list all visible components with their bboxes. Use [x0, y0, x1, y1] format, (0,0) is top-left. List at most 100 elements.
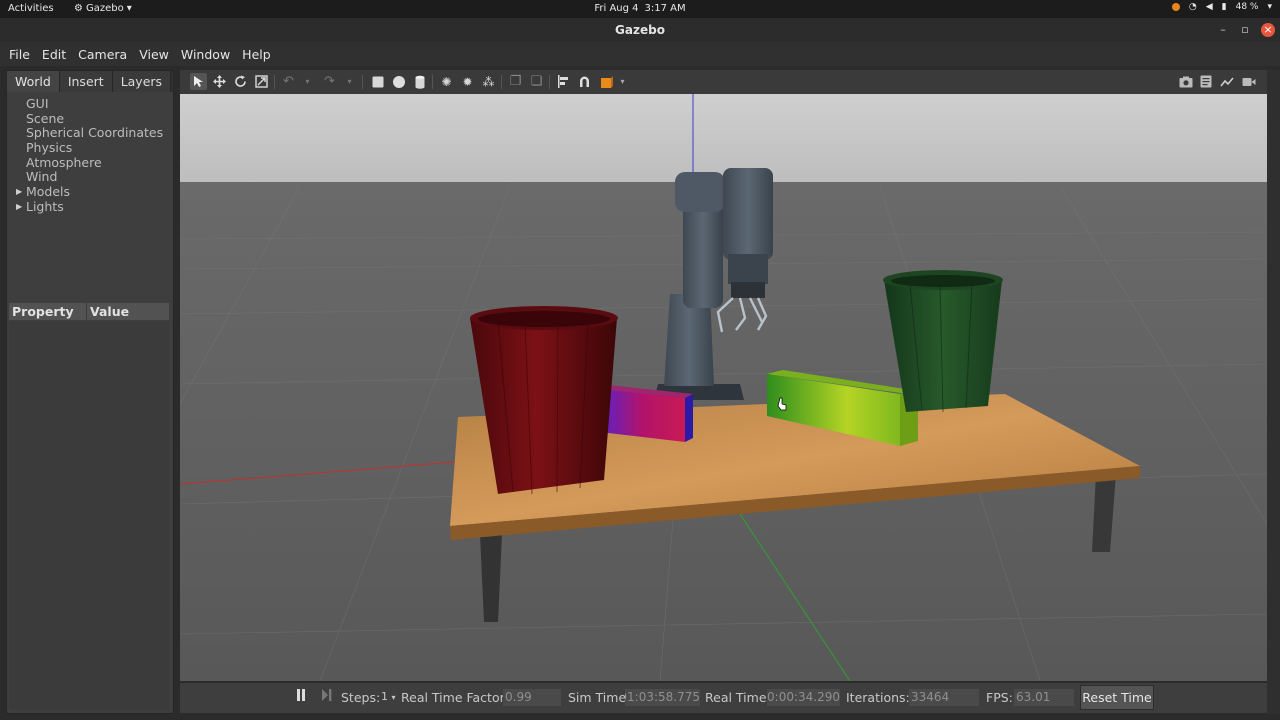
menu-view[interactable]: View [138, 47, 170, 62]
tree-item-wind[interactable]: Wind [11, 170, 173, 185]
tree-item-label: Scene [26, 110, 65, 126]
scene-viewport[interactable] [180, 94, 1267, 681]
battery-percent: 48 % [1235, 2, 1259, 12]
real-time-value: 00:00:34.290 [767, 690, 840, 704]
tree-item-lights[interactable]: ▶ Lights [11, 198, 173, 215]
tree-item-atmosphere[interactable]: Atmosphere [11, 154, 173, 171]
plot-icon[interactable] [1218, 73, 1235, 90]
wifi-icon: ◔ [1188, 2, 1197, 12]
menu-bar: File Edit Camera View Window Help [0, 42, 1280, 66]
sim-time-label: Sim Time: [568, 690, 631, 705]
video-record-icon[interactable] [1240, 73, 1257, 90]
tree-item-label: Spherical Coordinates [26, 125, 164, 141]
tab-layers[interactable]: Layers [112, 71, 172, 92]
tree-item-gui[interactable]: GUI [11, 96, 173, 112]
left-panel: World Insert Layers GUI Scene Spherical … [6, 70, 174, 714]
cylinder-shape-icon[interactable] [411, 73, 428, 90]
property-table-header: Property Value [9, 303, 169, 320]
expand-arrow-icon[interactable]: ▶ [16, 185, 22, 200]
chevron-down-icon: ▾ [1267, 2, 1272, 12]
menu-window[interactable]: Window [180, 47, 231, 62]
tree-item-physics[interactable]: Physics [11, 140, 173, 156]
volume-icon: ◀ [1205, 2, 1213, 12]
snap-icon[interactable] [576, 73, 593, 90]
right-panel-handle[interactable] [1267, 70, 1280, 714]
toolbar: ↶ ▾ ↷ ▾ ✺ ✹ ⁂ ❐ ❏ ▾ [180, 70, 1267, 94]
log-icon[interactable] [1197, 73, 1214, 90]
real-time-factor-label: Real Time Factor: [401, 690, 509, 705]
tree-item-label: Lights [26, 198, 64, 214]
tab-world[interactable]: World [7, 71, 60, 92]
rotate-mode-icon[interactable] [232, 73, 249, 90]
real-time-label: Real Time: [705, 690, 771, 705]
box-shape-icon[interactable] [369, 73, 386, 90]
system-tray[interactable]: ◔ ◀ ▮ 48 % ▾ [1171, 2, 1272, 12]
purple-block[interactable] [600, 385, 693, 442]
tree-item-scene[interactable]: Scene [11, 110, 173, 127]
notification-dot-icon [1171, 3, 1180, 11]
maximize-button[interactable]: ▫ [1238, 23, 1252, 37]
iterations-field: 33464 [909, 689, 979, 706]
screenshot-icon[interactable] [1177, 73, 1194, 90]
menu-camera[interactable]: Camera [77, 47, 128, 62]
menu-help[interactable]: Help [241, 47, 272, 62]
world-tree: GUI Scene Spherical Coordinates Physics … [7, 92, 173, 215]
window-title-bar: Gazebo – ▫ × [0, 18, 1280, 42]
undo-icon[interactable]: ↶ [280, 73, 297, 90]
tree-item-spherical-coordinates[interactable]: Spherical Coordinates [11, 126, 173, 141]
close-button[interactable]: × [1261, 23, 1275, 37]
sky [180, 94, 1267, 184]
change-view-icon[interactable] [598, 73, 615, 90]
reset-time-button[interactable]: Reset Time [1080, 685, 1154, 710]
tree-item-label: GUI [26, 96, 49, 111]
fps-field: 63.01 [1014, 689, 1074, 706]
sphere-shape-icon[interactable] [390, 73, 407, 90]
system-top-bar: Activities ⚙ Gazebo ▾ Fri Aug 4 3:17 AM ◔… [0, 0, 1280, 18]
battery-icon: ▮ [1221, 2, 1227, 12]
clock-date: Fri Aug 4 [594, 3, 639, 14]
pause-button[interactable] [296, 689, 306, 704]
minimize-button[interactable]: – [1216, 23, 1230, 37]
point-light-icon[interactable]: ✺ [438, 73, 455, 90]
tree-item-models[interactable]: ▶ Models [11, 184, 173, 200]
real-time-factor-field: 0.99 [503, 689, 561, 706]
tree-item-label: Models [26, 184, 71, 200]
paste-icon[interactable]: ❏ [528, 73, 545, 90]
real-time-field: 00:00:34.290 [767, 689, 840, 706]
copy-icon[interactable]: ❐ [507, 73, 524, 90]
chevron-down-icon[interactable]: ▾ [614, 73, 631, 90]
sim-time-value: 01:03:58.775 [625, 690, 700, 704]
scale-mode-icon[interactable] [253, 73, 270, 90]
scene-render[interactable] [180, 94, 1267, 681]
simulation-status-bar: Steps: 1 ▾ Real Time Factor: 0.99 Sim Ti… [180, 683, 1267, 713]
steps-value: 1 [381, 690, 388, 703]
left-panel-tabs: World Insert Layers [7, 71, 173, 92]
tree-item-label: Atmosphere [26, 154, 102, 170]
property-column-header[interactable]: Property [9, 303, 87, 320]
steps-spinbox[interactable]: 1 ▾ [381, 690, 396, 703]
chevron-down-icon[interactable]: ▾ [299, 73, 316, 90]
redo-icon[interactable]: ↷ [321, 73, 338, 90]
menu-file[interactable]: File [8, 47, 31, 62]
tree-item-label: Wind [26, 169, 58, 185]
expand-arrow-icon[interactable]: ▶ [16, 200, 22, 215]
select-mode-icon[interactable] [190, 73, 207, 90]
align-icon[interactable] [555, 73, 572, 90]
sim-time-field: 01:03:58.775 [625, 689, 700, 706]
clock-time: 3:17 AM [644, 3, 686, 14]
tree-item-label: Physics [26, 140, 73, 156]
iterations-label: Iterations: [846, 690, 910, 705]
spot-light-icon[interactable]: ✹ [459, 73, 476, 90]
clock[interactable]: Fri Aug 4 3:17 AM [0, 3, 1280, 14]
chevron-down-icon[interactable]: ▾ [341, 73, 358, 90]
step-forward-button[interactable] [321, 689, 333, 704]
property-table[interactable] [9, 321, 169, 709]
steps-label: Steps: [341, 690, 381, 705]
fps-label: FPS: [986, 690, 1013, 705]
window-title: Gazebo [615, 23, 665, 37]
directional-light-icon[interactable]: ⁂ [480, 73, 497, 90]
menu-edit[interactable]: Edit [41, 47, 67, 62]
translate-mode-icon[interactable] [211, 73, 228, 90]
value-column-header[interactable]: Value [87, 303, 129, 320]
tab-insert[interactable]: Insert [59, 71, 113, 92]
